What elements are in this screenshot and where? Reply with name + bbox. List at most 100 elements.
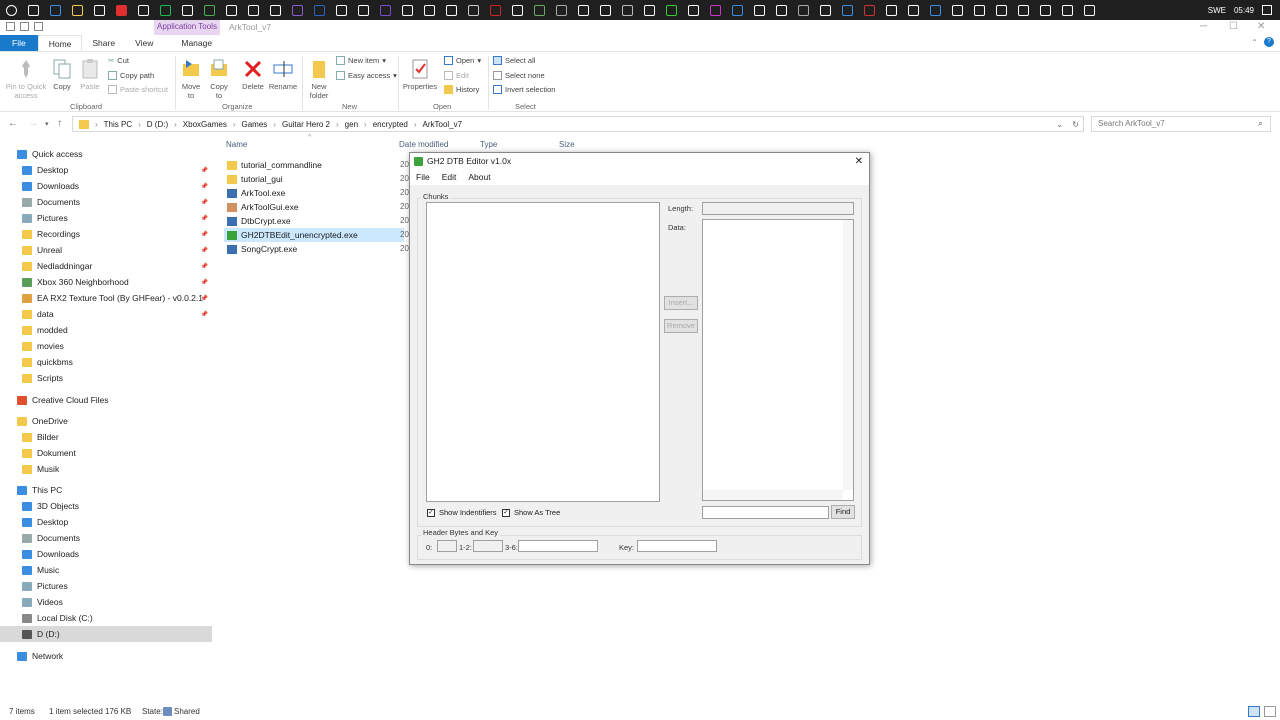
tab-home[interactable]: Home [37,35,83,51]
nav-quick-access-item[interactable]: Downloads 📌 [0,178,212,194]
doc-icon[interactable] [330,0,352,20]
bytes12-field[interactable] [473,540,503,552]
file-row[interactable]: GH2DTBEdit_unencrypted.exe [224,228,404,242]
store-icon[interactable] [132,0,154,20]
app-icon[interactable] [1056,0,1078,20]
nav-this-pc-item[interactable]: 3D Objects [0,498,212,514]
details-view-icon[interactable] [1248,706,1260,717]
xbox-icon[interactable] [264,0,286,20]
column-header-date[interactable]: Date modified [399,140,448,149]
nav-creative-cloud[interactable]: Creative Cloud Files [0,392,212,408]
app-icon[interactable] [814,0,836,20]
filezilla-icon[interactable] [484,0,506,20]
edge-icon[interactable] [44,0,66,20]
breadcrumb-item[interactable]: gen [345,120,358,129]
properties-button[interactable]: Properties [402,58,438,91]
menu-file[interactable]: File [416,170,430,185]
refresh-icon[interactable]: ↻ [1072,120,1079,129]
app-icon[interactable] [418,0,440,20]
breadcrumb-item[interactable]: XboxGames [183,120,227,129]
path-dropdown-icon[interactable]: ⌄ [1056,120,1063,129]
file-row[interactable]: ArkToolGui.exe [224,200,404,214]
tab-manage[interactable]: Manage [171,35,222,51]
menu-about[interactable]: About [468,170,490,185]
clock[interactable]: 05:49 [1234,6,1254,15]
select-all-button[interactable]: Select all [493,56,535,65]
nav-quick-access-item[interactable]: Scripts [0,370,212,386]
search-input[interactable]: Search ArkTool_v7 [1091,116,1271,132]
nav-quick-access-item[interactable]: Pictures 📌 [0,210,212,226]
byte0-field[interactable] [437,540,457,552]
breadcrumb-item[interactable]: ArkTool_v7 [423,120,463,129]
app-icon[interactable] [352,0,374,20]
nav-this-pc-item[interactable]: D (D:) [0,626,212,642]
breadcrumb-item[interactable]: encrypted [373,120,408,129]
app-icon[interactable] [704,0,726,20]
paste-shortcut-button[interactable]: Paste shortcut [108,85,168,94]
back-icon[interactable]: ← [8,118,18,129]
nav-this-pc-item[interactable]: Documents [0,530,212,546]
insert-button[interactable]: Insert... [664,296,698,310]
breadcrumb-item[interactable]: Guitar Hero 2 [282,120,330,129]
easy-access-button[interactable]: Easy access ▾ [336,71,397,80]
nav-quick-access-item[interactable]: Nedladdningar 📌 [0,258,212,274]
nav-quick-access[interactable]: Quick access [0,146,212,162]
breadcrumb-separator[interactable]: › [174,120,177,129]
data-field[interactable] [702,219,854,501]
pin-to-quick-access-button[interactable]: Pin to Quick access [4,58,48,100]
nav-quick-access-item[interactable]: Xbox 360 Neighborhood 📌 [0,274,212,290]
app-icon[interactable] [462,0,484,20]
copy-path-button[interactable]: Copy path [108,71,154,80]
notification-icon[interactable] [1262,5,1272,15]
folder-icon[interactable] [34,22,43,31]
breadcrumb-separator[interactable]: › [138,120,141,129]
close-button[interactable]: ✕ [1257,21,1265,32]
nav-this-pc-item[interactable]: Music [0,562,212,578]
app-icon[interactable] [594,0,616,20]
nav-network[interactable]: Network [0,648,212,664]
app-icon[interactable] [616,0,638,20]
dialog-close-icon[interactable]: ✕ [855,153,863,170]
invert-selection-button[interactable]: Invert selection [493,85,555,94]
app-icon[interactable] [682,0,704,20]
key-field[interactable] [637,540,717,552]
app-icon[interactable] [506,0,528,20]
select-none-button[interactable]: Select none [493,71,545,80]
app-icon[interactable] [858,0,880,20]
minimize-button[interactable]: ─ [1200,21,1207,32]
tab-share[interactable]: Share [82,35,125,51]
app-icon[interactable] [946,0,968,20]
app-icon[interactable] [990,0,1012,20]
app-icon[interactable] [572,0,594,20]
app-icon[interactable] [770,0,792,20]
menu-edit[interactable]: Edit [442,170,457,185]
app-icon[interactable] [660,0,682,20]
history-button[interactable]: History [444,85,479,94]
nav-this-pc-item[interactable]: Downloads [0,546,212,562]
bytes36-field[interactable] [518,540,598,552]
recent-locations-icon[interactable]: ▾ [45,120,49,128]
horizontal-scrollbar[interactable] [703,490,843,500]
checkbox-icon[interactable] [20,22,29,31]
large-icons-view-icon[interactable] [1264,706,1276,717]
show-as-tree-checkbox[interactable]: ✓ Show As Tree [502,508,560,517]
nav-this-pc-item[interactable]: Pictures [0,578,212,594]
nav-onedrive-item[interactable]: Bilder [0,429,212,445]
nav-onedrive-item[interactable]: Dokument [0,445,212,461]
forward-icon[interactable]: → [28,118,38,129]
input-language[interactable]: SWE [1208,6,1226,15]
spotify-icon[interactable] [154,0,176,20]
delete-button[interactable]: Delete [240,58,266,91]
nav-this-pc-item[interactable]: Desktop [0,514,212,530]
app-icon[interactable] [110,0,132,20]
rename-button[interactable]: Rename [268,58,298,91]
breadcrumb-item[interactable]: Games [242,120,268,129]
app-icon[interactable] [374,0,396,20]
app-icon[interactable] [792,0,814,20]
search-icon[interactable] [22,0,44,20]
breadcrumb-separator[interactable]: › [364,120,367,129]
chunks-tree[interactable] [426,202,660,502]
app-icon[interactable] [726,0,748,20]
path-box[interactable]: › This PC › D (D:) › XboxGames › Games › Guitar … [72,116,1084,132]
copy-to-button[interactable]: Copy to [207,58,231,100]
